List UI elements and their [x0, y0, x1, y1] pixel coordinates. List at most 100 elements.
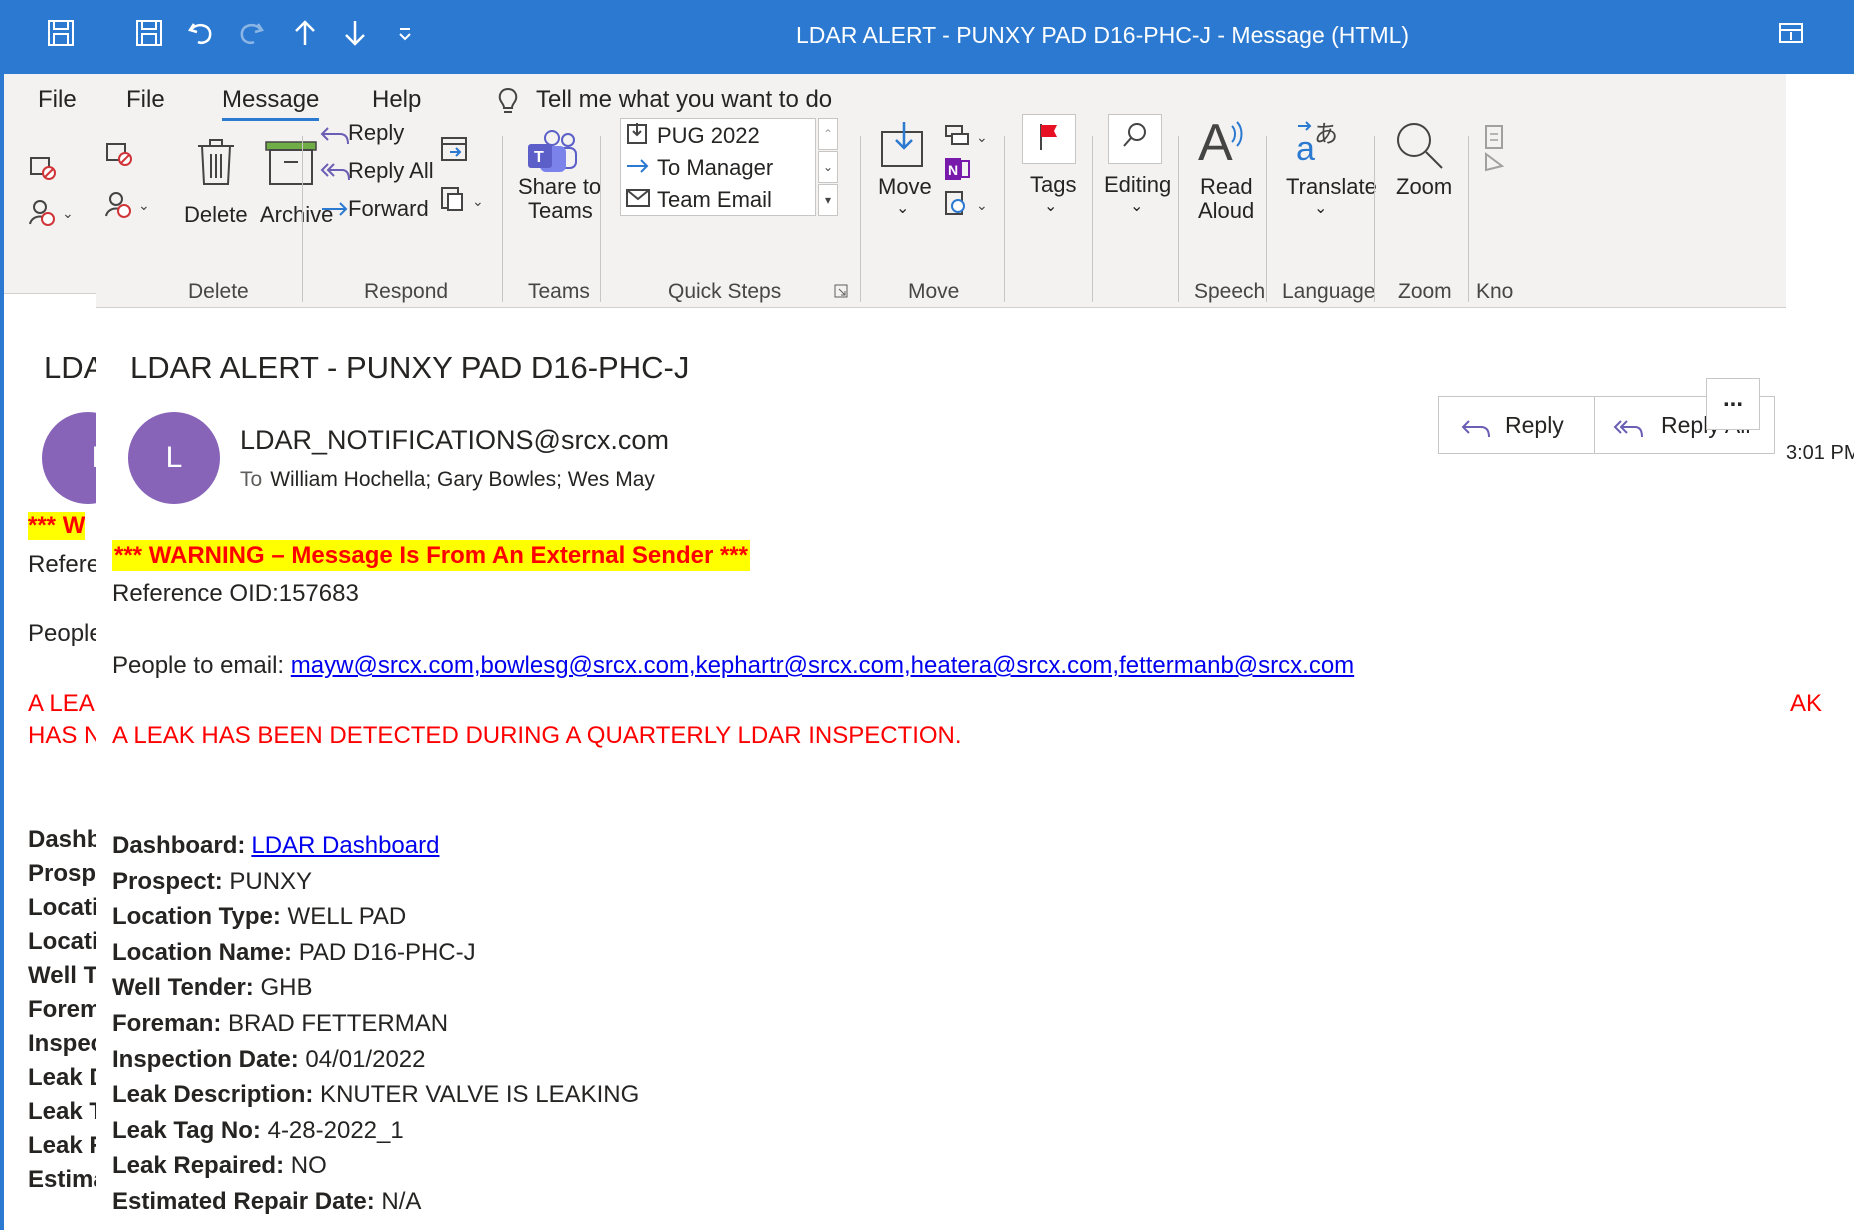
save-icon[interactable]: [42, 18, 80, 56]
ribbon-display-options-icon[interactable]: [1772, 18, 1810, 56]
background-field-label: Dashb: [28, 826, 102, 853]
sender-avatar: L: [128, 412, 220, 504]
save-icon[interactable]: [130, 18, 168, 56]
alert-field-row: Location Type: WELL PAD: [112, 903, 406, 931]
ldar-dashboard-link[interactable]: LDAR Dashboard: [251, 832, 439, 859]
alert-field-label: Location Type:: [112, 903, 281, 931]
trash-icon[interactable]: [194, 138, 238, 193]
dialog-launcher-icon[interactable]: [834, 284, 848, 303]
ribbon-separator: [860, 136, 861, 302]
quickstep-to-manager[interactable]: To Manager: [657, 155, 773, 181]
editing-button[interactable]: Editing: [1104, 172, 1171, 198]
quick-steps-scroll-up[interactable]: ⌃: [818, 118, 838, 150]
translate-button[interactable]: Translate: [1286, 174, 1377, 200]
group-knowledge-label: Kno: [1476, 280, 1514, 303]
search-icon[interactable]: [1120, 120, 1150, 159]
quick-steps-gallery: PUG 2022 To Manager Team Email: [620, 118, 816, 216]
sender-address[interactable]: LDAR_NOTIFICATIONS@srcx.com: [240, 425, 669, 456]
editing-dropdown-icon[interactable]: ⌄: [1130, 196, 1143, 216]
onenote-icon[interactable]: N: [942, 154, 972, 189]
forward-button[interactable]: Forward: [348, 196, 429, 222]
read-aloud-button-line2[interactable]: Aloud: [1198, 198, 1254, 224]
archive-icon[interactable]: [264, 138, 318, 193]
more-actions-button[interactable]: ...: [1706, 378, 1760, 430]
previous-item-icon[interactable]: [286, 18, 324, 56]
background-field-label: Estima: [28, 1166, 107, 1193]
quick-steps-expand[interactable]: ▾: [818, 184, 838, 216]
background-field-label: Forem: [28, 996, 102, 1023]
forward-icon: [318, 194, 352, 229]
header-reply-button[interactable]: Reply: [1439, 397, 1595, 453]
svg-text:T: T: [534, 149, 544, 166]
group-zoom-label: Zoom: [1398, 280, 1452, 303]
translate-dropdown-icon[interactable]: ⌄: [1314, 198, 1327, 218]
flag-icon[interactable]: [1036, 122, 1062, 157]
zoom-button[interactable]: Zoom: [1396, 174, 1452, 200]
move-button[interactable]: Move: [878, 174, 932, 200]
tags-button[interactable]: Tags: [1030, 172, 1076, 198]
ignore-icon[interactable]: [28, 152, 58, 187]
reply-all-button[interactable]: Reply All: [348, 158, 434, 184]
insights-icon[interactable]: [1482, 124, 1512, 179]
alert-field-label: Location Name:: [112, 938, 293, 966]
zoom-icon[interactable]: [1392, 118, 1448, 179]
background-window-border: [0, 0, 4, 1230]
undo-icon[interactable]: [182, 18, 220, 56]
background-field-label: Leak R: [28, 1132, 107, 1159]
group-speech-label: Speech: [1194, 280, 1266, 303]
group-respond-label: Respond: [364, 280, 449, 303]
menu-file[interactable]: File: [126, 86, 165, 114]
read-aloud-button-line1[interactable]: Read: [1200, 174, 1253, 200]
move-icon[interactable]: [878, 120, 934, 175]
rules-icon[interactable]: ⌄: [942, 120, 992, 155]
share-to-teams-button-line2[interactable]: Teams: [528, 198, 593, 224]
delete-button[interactable]: Delete: [184, 202, 248, 228]
move-dropdown-icon[interactable]: ⌄: [896, 198, 909, 218]
meeting-reply-icon[interactable]: [438, 132, 472, 171]
people-label: People to email:: [112, 652, 291, 679]
share-to-teams-button-line1[interactable]: Share to: [518, 174, 601, 200]
block-sender-icon[interactable]: ⌄: [104, 190, 150, 225]
reference-line: Reference OID:157683: [112, 580, 359, 607]
ignore-icon[interactable]: [104, 138, 134, 173]
svg-text:⌄: ⌄: [472, 193, 484, 209]
customize-toolbar-icon[interactable]: [386, 18, 424, 56]
more-respond-icon[interactable]: ⌄: [438, 182, 488, 221]
background-file-menu[interactable]: File: [38, 86, 77, 114]
next-item-icon[interactable]: [336, 18, 374, 56]
background-leak-right: AK: [1790, 690, 1823, 717]
background-reference: Refere: [28, 551, 101, 578]
alert-field-row: Inspection Date: 04/01/2022: [112, 1046, 426, 1074]
tags-dropdown-icon[interactable]: ⌄: [1044, 196, 1057, 216]
svg-text:a: a: [1296, 130, 1315, 168]
quick-steps-scroll-down[interactable]: ⌄: [818, 151, 838, 183]
block-sender-icon[interactable]: ⌄: [28, 198, 74, 233]
alert-field-value: BRAD FETTERMAN: [221, 1010, 449, 1037]
background-field-label: Prosp: [28, 860, 97, 887]
people-email-links[interactable]: mayw@srcx.com,bowlesg@srcx.com,kephartr@…: [291, 652, 1354, 679]
alert-field-label: Prospect:: [112, 867, 223, 895]
quick-steps-scroll: ⌃ ⌄ ▾: [818, 118, 838, 216]
warning-line: *** WARNING – Message Is From An Externa…: [112, 540, 750, 571]
background-field-label: Inspec: [28, 1030, 105, 1057]
ribbon-separator: [302, 136, 303, 302]
background-warning: *** W: [28, 512, 86, 540]
alert-field-value: KNUTER VALVE IS LEAKING: [313, 1081, 640, 1109]
arrow-right-icon: [625, 153, 651, 184]
ribbon-separator: [1266, 136, 1267, 302]
menu-help[interactable]: Help: [372, 86, 421, 114]
quickstep-pug-2022[interactable]: PUG 2022: [657, 123, 760, 149]
group-delete-label: Delete: [188, 280, 249, 303]
background-field-label: Locati: [28, 894, 99, 921]
read-aloud-icon[interactable]: A: [1196, 112, 1248, 177]
reply-button[interactable]: Reply: [348, 120, 404, 146]
leak-notice: A LEAK HAS BEEN DETECTED DURING A QUARTE…: [112, 722, 962, 749]
translate-icon[interactable]: aあ: [1294, 116, 1346, 173]
menu-message[interactable]: Message: [222, 86, 320, 121]
alert-field-label: Foreman:: [112, 1010, 222, 1037]
recipients-list[interactable]: William Hochella; Gary Bowles; Wes May: [270, 468, 655, 491]
quickstep-team-email[interactable]: Team Email: [657, 187, 772, 213]
alert-field-row: Well Tender: GHB: [112, 974, 312, 1002]
tell-me-search[interactable]: Tell me what you want to do: [536, 86, 832, 114]
actions-icon[interactable]: ⌄: [942, 188, 992, 223]
